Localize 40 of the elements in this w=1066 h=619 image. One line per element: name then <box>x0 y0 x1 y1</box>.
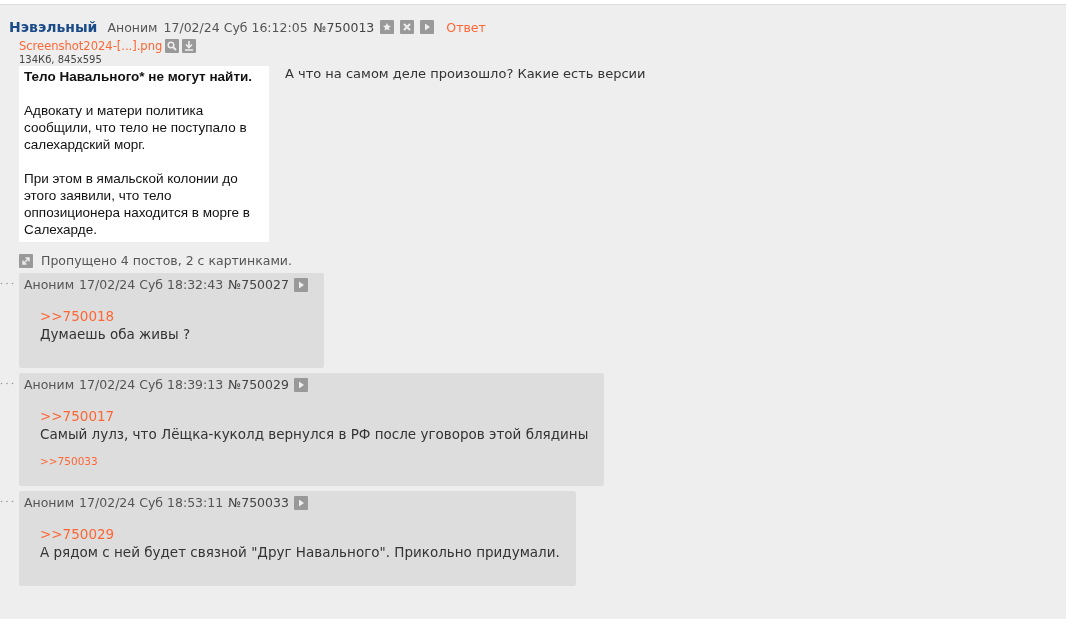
post-number[interactable]: №750013 <box>313 19 375 35</box>
poster-name: Аноним <box>24 277 75 292</box>
star-icon[interactable] <box>380 20 395 34</box>
thumbnail-paragraph: При этом в ямальской колонии до этого заявили, что тело оппозиционера находится в морге в Салехарде. <box>24 170 252 238</box>
post-number[interactable]: №750029 <box>228 377 289 392</box>
post-text: Самый лулз, что Лёщка-куколд вернулся в РФ после уговоров этой блядины <box>40 426 589 442</box>
play-icon[interactable] <box>293 277 308 292</box>
thumbnail-paragraph: Адвокату и матери политика сообщили, что тело не поступало в салехардский морг. <box>24 102 248 153</box>
expand-icon[interactable] <box>19 253 33 268</box>
post-text: Думаешь оба живы ? <box>40 326 192 342</box>
post-date: 17/02/24 Суб 18:32:43 <box>79 277 224 292</box>
post-date: 17/02/24 Суб 18:39:13 <box>79 377 224 392</box>
reply-link[interactable]: Ответ <box>446 19 486 35</box>
post-subject: Нэвэльный <box>9 19 98 35</box>
quote-link[interactable]: >>750017 <box>40 408 589 424</box>
play-icon[interactable] <box>293 377 308 392</box>
post-date: 17/02/24 Суб 18:53:11 <box>79 495 224 510</box>
omitted-posts-notice: Пропущено 4 постов, 2 с картинками. <box>41 253 292 268</box>
search-icon[interactable] <box>165 39 180 53</box>
quote-link[interactable]: >>750018 <box>40 308 308 324</box>
close-icon[interactable] <box>400 20 415 34</box>
file-info: 134Кб, 845x595 <box>18 54 103 65</box>
download-icon[interactable] <box>182 39 197 53</box>
poster-name: Аноним <box>24 377 75 392</box>
post-text: А рядом с ней будет связной "Друг Навального". Прикольно придумали. <box>40 544 560 560</box>
quote-link[interactable]: >>750029 <box>40 526 560 542</box>
post-date: 17/02/24 Суб 16:12:05 <box>163 19 308 35</box>
play-icon[interactable] <box>293 495 308 510</box>
post-number[interactable]: №750027 <box>228 277 289 292</box>
poster-name: Аноним <box>107 19 158 35</box>
post-number[interactable]: №750033 <box>228 495 289 510</box>
play-icon[interactable] <box>420 20 435 34</box>
dots-icon <box>0 382 14 385</box>
file-link[interactable]: Screenshot2024-[...].png <box>19 39 163 53</box>
post-text: А что на самом деле произошло? Какие есть версии <box>285 66 646 81</box>
thumbnail-heading: Тело Навального* не могут найти. <box>24 68 254 85</box>
backlink[interactable]: >>750033 <box>40 455 98 467</box>
dots-icon <box>0 282 14 285</box>
poster-name: Аноним <box>24 495 75 510</box>
dots-icon <box>0 500 14 503</box>
